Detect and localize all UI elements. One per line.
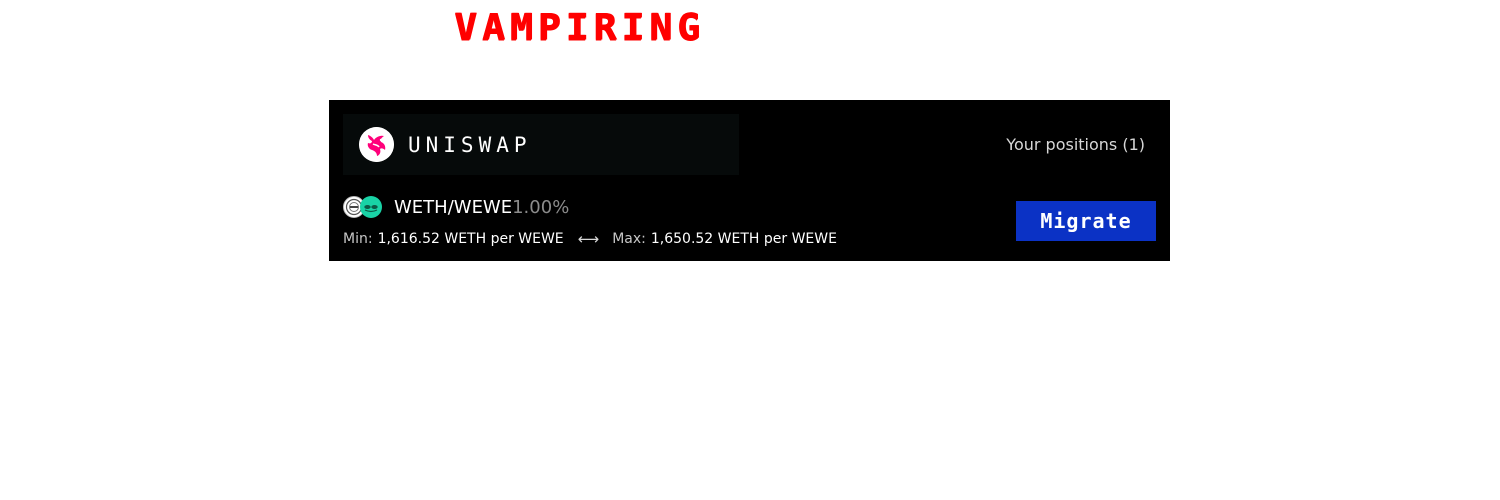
max-price: 1,650.52 WETH per WEWE	[650, 231, 837, 247]
wewe-icon	[360, 196, 382, 218]
page: VAMPIRING UNISWAP Your positions (1) WET…	[0, 0, 1500, 500]
uniswap-unicorn-icon	[359, 127, 394, 162]
min-price: 1,616.52 WETH per WEWE	[377, 231, 564, 247]
fee-tier: 1.00%	[512, 196, 570, 218]
range-arrow-icon: ⟷	[577, 230, 600, 248]
app-title: VAMPIRING	[454, 6, 705, 48]
pair-name: WETH/WEWE	[394, 196, 513, 218]
position-pair-row: WETH/WEWE 1.00%	[343, 195, 569, 219]
min-label: Min:	[343, 231, 373, 247]
protocol-header: UNISWAP	[343, 114, 739, 175]
positions-count: Your positions (1)	[1006, 135, 1145, 154]
price-range: Min: 1,616.52 WETH per WEWE ⟷ Max: 1,650…	[343, 230, 837, 248]
migrate-button[interactable]: Migrate	[1016, 201, 1156, 241]
max-label: Max:	[612, 231, 646, 247]
protocol-name: UNISWAP	[408, 132, 532, 157]
positions-panel: UNISWAP Your positions (1) WETH/WEWE 1.0…	[329, 100, 1170, 261]
